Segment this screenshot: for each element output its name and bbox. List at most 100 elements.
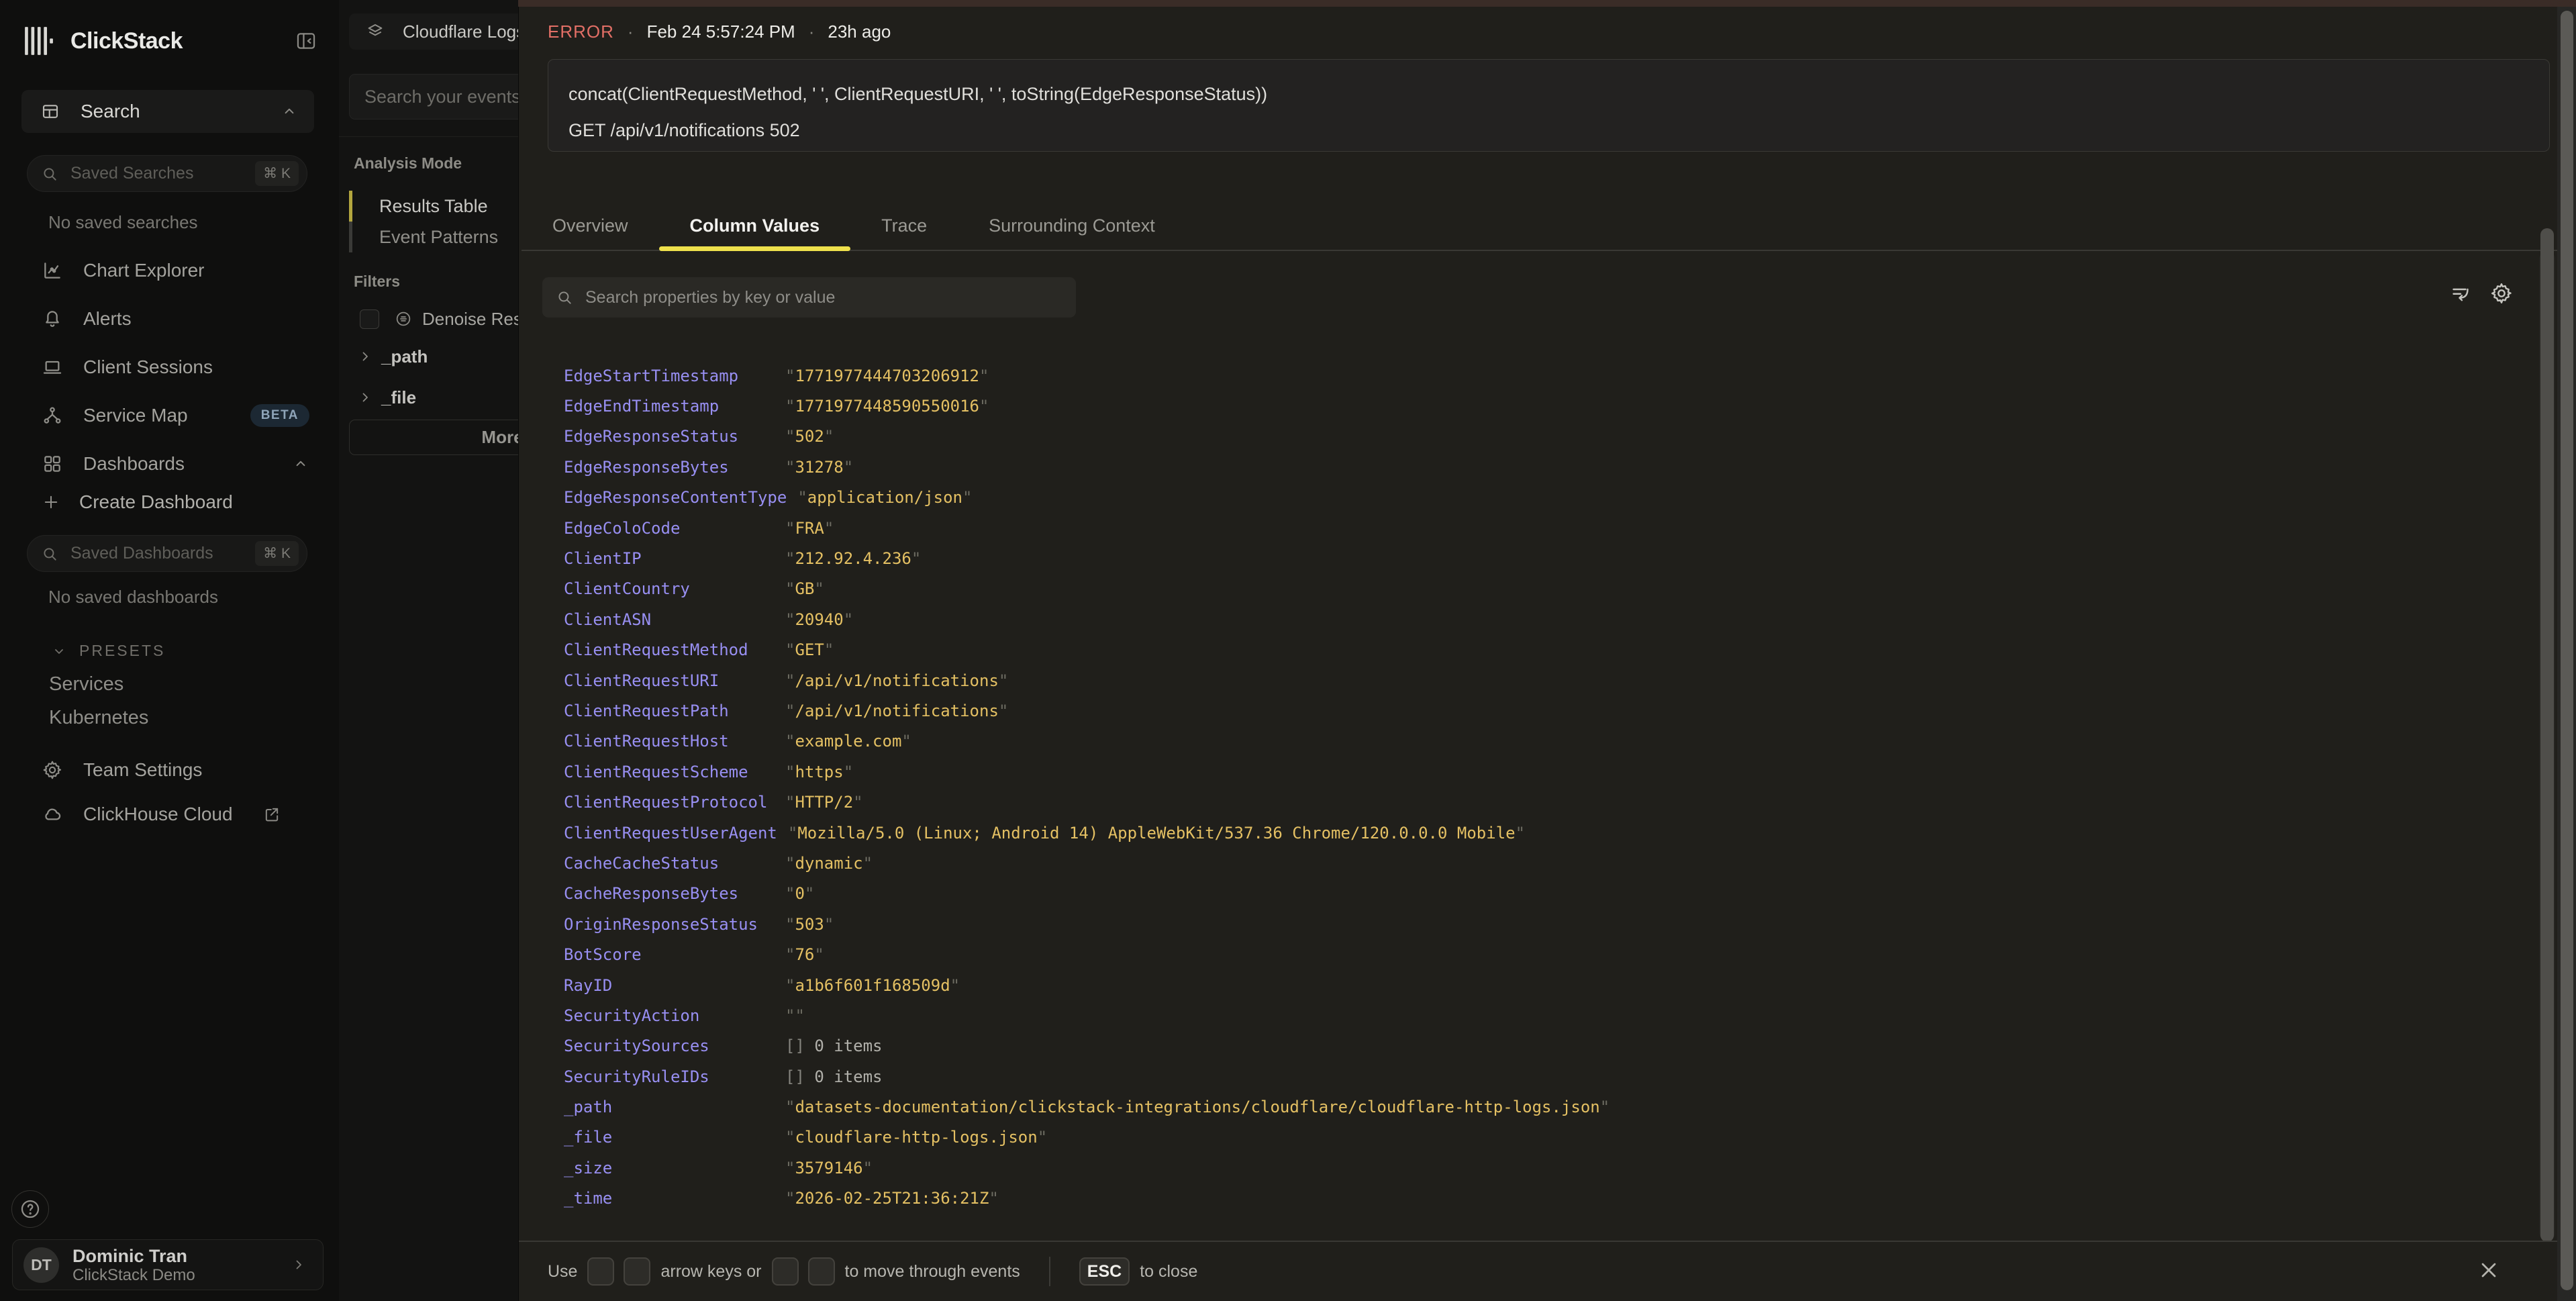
analysis-mode-label: Analysis Mode [354, 154, 462, 173]
property-row[interactable]: ClientRequestScheme https [564, 757, 2495, 787]
property-key: ClientRequestUserAgent [564, 824, 777, 842]
column-values-body: EdgeStartTimestamp 1771977444703206912 E… [519, 251, 2576, 1241]
property-value: 503 [785, 915, 834, 934]
help-button[interactable] [11, 1190, 49, 1228]
property-search-field[interactable] [584, 287, 1062, 308]
property-value: 20940 [785, 610, 853, 629]
event-expression: concat(ClientRequestMethod, ' ', ClientR… [568, 76, 2529, 112]
filter-group[interactable]: _file [357, 385, 416, 410]
nav-item-icon [42, 356, 63, 378]
property-row[interactable]: ClientRequestProtocol HTTP/2 [564, 787, 2495, 817]
property-row[interactable]: ClientASN 20940 [564, 604, 2495, 634]
saved-searches-field[interactable] [69, 163, 255, 184]
property-row[interactable]: BotScore 76 [564, 939, 2495, 969]
property-search-box[interactable] [542, 277, 1076, 318]
arrow-key [587, 1257, 614, 1286]
property-row[interactable]: _file cloudflare-http-logs.json [564, 1122, 2495, 1153]
property-row[interactable]: ClientRequestMethod GET [564, 635, 2495, 665]
presets-section[interactable]: PRESETS [51, 642, 165, 660]
beta-badge: BETA [250, 404, 309, 427]
property-row[interactable]: RayID a1b6f601f168509d [564, 970, 2495, 1000]
property-row[interactable]: ClientRequestHost example.com [564, 726, 2495, 757]
sidebar-item-search[interactable]: Search [21, 90, 314, 133]
property-row[interactable]: _time 2026-02-25T21:36:21Z [564, 1184, 2495, 1214]
filter-group-label: _file [381, 387, 416, 408]
saved-dashboards-input[interactable]: ⌘ K [27, 535, 307, 572]
collapse-sidebar-icon[interactable] [295, 30, 317, 52]
detail-tab[interactable]: Surrounding Context [958, 201, 1186, 250]
footer-move-text: to move through events [845, 1262, 1020, 1282]
detail-tab[interactable]: Trace [850, 201, 958, 250]
sidebar-nav-item[interactable]: Dashboards [0, 448, 339, 479]
analysis-mode-option-label: Event Patterns [379, 227, 498, 248]
chevron-up-icon[interactable] [292, 455, 309, 473]
property-row[interactable]: ClientIP 212.92.4.236 [564, 543, 2495, 573]
sidebar-nav-item[interactable]: Service Map BETA [0, 400, 339, 430]
preset-item[interactable]: Kubernetes [0, 701, 339, 734]
nav-item-icon [42, 453, 63, 475]
create-dashboard-button[interactable]: Create Dashboard [42, 487, 233, 517]
filters-label: Filters [354, 273, 400, 291]
property-key: RayID [564, 976, 775, 995]
filter-group[interactable]: _path [357, 344, 428, 369]
question-icon [19, 1198, 42, 1220]
sidebar-nav-item[interactable]: Chart Explorer [0, 255, 339, 285]
event-detail-panel: ERROR · Feb 24 5:57:24 PM · 23h ago conc… [518, 7, 2576, 1301]
panel-scrollbar-thumb[interactable] [2540, 228, 2554, 1242]
nav-item-icon [42, 804, 63, 825]
gear-icon[interactable] [2489, 281, 2514, 305]
property-row[interactable]: ClientRequestUserAgent Mozilla/5.0 (Linu… [564, 818, 2495, 848]
property-row[interactable]: _path datasets-documentation/clickstack-… [564, 1092, 2495, 1122]
property-row[interactable]: EdgeResponseStatus 502 [564, 422, 2495, 452]
property-value: 1771977444703206912 [785, 367, 989, 385]
results-table-icon [40, 101, 60, 122]
property-row[interactable]: ClientRequestURI /api/v1/notifications [564, 665, 2495, 695]
sidebar-nav-item[interactable]: Alerts [0, 303, 339, 334]
preset-item[interactable]: Services [0, 667, 339, 701]
property-row[interactable]: EdgeColoCode FRA [564, 513, 2495, 543]
saved-dashboards-field[interactable] [69, 543, 255, 564]
property-row[interactable]: SecurityAction [564, 1000, 2495, 1030]
nav-item-label: Client Sessions [83, 356, 213, 378]
property-row[interactable]: EdgeEndTimestamp 1771977448590550016 [564, 391, 2495, 421]
property-key: ClientASN [564, 610, 775, 629]
property-value: 0 items [785, 1067, 883, 1086]
nav-item-label: Service Map [83, 405, 188, 426]
sidebar-nav-item[interactable]: ClickHouse Cloud [0, 799, 339, 830]
property-row[interactable]: _size 3579146 [564, 1153, 2495, 1183]
property-row[interactable]: EdgeStartTimestamp 1771977444703206912 [564, 360, 2495, 391]
close-icon[interactable] [2477, 1258, 2501, 1282]
property-value: GB [785, 579, 824, 598]
property-row[interactable]: ClientCountry GB [564, 574, 2495, 604]
property-row[interactable]: CacheResponseBytes 0 [564, 879, 2495, 909]
property-row[interactable]: SecurityRuleIDs 0 items [564, 1061, 2495, 1092]
property-key: ClientIP [564, 549, 775, 568]
filter-group-label: _path [381, 346, 428, 367]
denoise-checkbox[interactable] [360, 309, 379, 329]
sidebar-nav-item[interactable]: Team Settings [0, 755, 339, 785]
user-menu[interactable]: DT Dominic Tran ClickStack Demo [12, 1239, 324, 1290]
detail-tab[interactable]: Overview [522, 201, 659, 250]
property-row[interactable]: OriginResponseStatus 503 [564, 909, 2495, 939]
avatar: DT [23, 1247, 59, 1283]
chevron-up-icon[interactable] [281, 103, 298, 120]
user-name: Dominic Tran [72, 1246, 195, 1266]
property-row[interactable]: ClientRequestPath /api/v1/notifications [564, 695, 2495, 726]
saved-searches-input[interactable]: ⌘ K [27, 155, 307, 192]
property-row[interactable]: EdgeResponseContentType application/json [564, 483, 2495, 513]
arrow-key [624, 1257, 650, 1286]
footer-use-text: Use [548, 1262, 577, 1282]
sidebar-nav-item[interactable]: Client Sessions [0, 352, 339, 382]
property-row[interactable]: SecuritySources 0 items [564, 1031, 2495, 1061]
property-row[interactable]: CacheCacheStatus dynamic [564, 848, 2495, 878]
filter-lines-icon[interactable] [2448, 281, 2473, 305]
property-value: FRA [785, 519, 834, 538]
property-key: ClientRequestURI [564, 671, 775, 690]
analysis-mode-option-label: Results Table [379, 196, 488, 217]
property-value: dynamic [785, 854, 873, 873]
page-scrollbar-thumb[interactable] [2561, 11, 2573, 1290]
property-row[interactable]: EdgeResponseBytes 31278 [564, 452, 2495, 482]
detail-tab[interactable]: Column Values [659, 201, 851, 250]
preset-list: Services Kubernetes [0, 667, 339, 734]
property-key: EdgeColoCode [564, 519, 775, 538]
